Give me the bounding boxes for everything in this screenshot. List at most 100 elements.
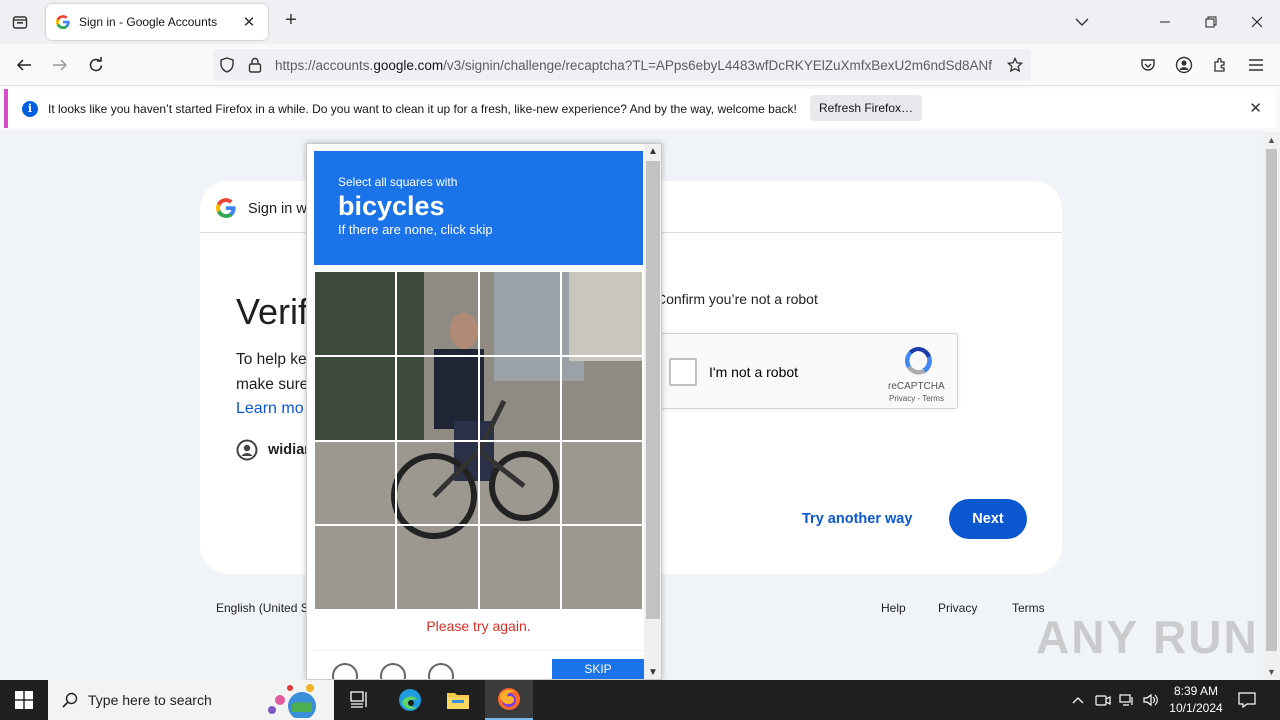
- tab-close-icon[interactable]: ✕: [240, 13, 258, 31]
- recaptcha-checkbox[interactable]: [669, 358, 697, 386]
- recaptcha-checkbox-label: I'm not a robot: [709, 364, 799, 380]
- captcha-scroll-up-icon[interactable]: ▲: [644, 144, 661, 160]
- learn-more-link[interactable]: Learn mo: [236, 400, 304, 418]
- account-circle-icon: [236, 439, 258, 461]
- taskbar-search-box[interactable]: Type here to search: [48, 680, 334, 720]
- network-icon[interactable]: [1117, 680, 1137, 720]
- info-icon: i: [22, 100, 38, 117]
- close-window-icon[interactable]: [1234, 0, 1280, 44]
- captcha-hint: If there are none, click skip: [338, 222, 493, 237]
- scroll-up-icon[interactable]: ▲: [1263, 132, 1280, 148]
- pocket-icon[interactable]: [1134, 51, 1162, 79]
- notification-bar: i It looks like you haven’t started Fire…: [4, 89, 1276, 128]
- windows-taskbar: Type here to search 8:39 AM 10/1/2024: [0, 680, 1280, 720]
- lock-icon[interactable]: [241, 57, 269, 73]
- captcha-tile[interactable]: [396, 271, 479, 356]
- help-text-line1: To help ke: [236, 351, 307, 368]
- footer-privacy-link[interactable]: Privacy: [938, 601, 977, 615]
- recaptcha-widget: I'm not a robot reCAPTCHA Privacy - Term…: [656, 333, 958, 409]
- restore-icon[interactable]: [1188, 0, 1234, 44]
- anyrun-watermark: ANY RUN: [1036, 611, 1259, 663]
- captcha-tile[interactable]: [478, 271, 561, 356]
- captcha-challenge-popup: Select all squares with bicycles If ther…: [306, 143, 662, 680]
- recaptcha-brand: reCAPTCHA: [888, 381, 945, 392]
- captcha-tile[interactable]: [560, 440, 643, 526]
- url-text[interactable]: https://accounts.google.com/v3/signin/ch…: [275, 58, 1000, 73]
- captcha-tile[interactable]: [396, 440, 479, 526]
- captcha-tile[interactable]: [314, 525, 397, 610]
- page-scrollbar-thumb[interactable]: [1266, 149, 1277, 651]
- reload-icon[interactable]: [82, 51, 110, 79]
- firefox-taskbar-icon[interactable]: [485, 680, 533, 720]
- scroll-down-icon[interactable]: ▼: [1263, 664, 1280, 680]
- account-chip[interactable]: widian: [236, 439, 313, 461]
- help-text-line2: make sure: [236, 376, 309, 393]
- bookmark-star-icon[interactable]: [1001, 57, 1029, 73]
- clock-time: 8:39 AM: [1173, 684, 1219, 698]
- minimize-icon[interactable]: [1142, 0, 1188, 44]
- captcha-scrollbar-thumb[interactable]: [646, 161, 660, 619]
- back-icon[interactable]: [10, 51, 38, 79]
- captcha-tile[interactable]: [478, 525, 561, 610]
- list-all-tabs-icon[interactable]: [1059, 0, 1105, 44]
- taskbar-search-placeholder: Type here to search: [88, 692, 212, 708]
- search-icon: [62, 692, 78, 708]
- recaptcha-logo-icon: [905, 347, 932, 375]
- notifications-icon[interactable]: [1232, 680, 1262, 720]
- account-icon[interactable]: [1170, 51, 1198, 79]
- menu-icon[interactable]: [1242, 51, 1270, 79]
- taskbar-clock[interactable]: 8:39 AM 10/1/2024: [1160, 683, 1232, 717]
- reload-challenge-icon[interactable]: [332, 663, 358, 679]
- captcha-tile[interactable]: [314, 355, 397, 441]
- google-favicon-icon: [56, 15, 70, 29]
- url-bar[interactable]: https://accounts.google.com/v3/signin/ch…: [213, 49, 1031, 81]
- captcha-image-grid: [314, 271, 643, 610]
- notification-close-icon[interactable]: ✕: [1249, 99, 1262, 117]
- captcha-tile[interactable]: [396, 525, 479, 610]
- navigation-bar: https://accounts.google.com/v3/signin/ch…: [0, 44, 1280, 86]
- help-info-icon[interactable]: [428, 663, 454, 679]
- captcha-header: Select all squares with bicycles If ther…: [314, 151, 643, 265]
- captcha-tile[interactable]: [478, 440, 561, 526]
- file-explorer-icon[interactable]: [434, 680, 482, 720]
- tab-title: Sign in - Google Accounts: [79, 15, 218, 29]
- captcha-tile[interactable]: [314, 271, 397, 356]
- show-hidden-icons-icon[interactable]: [1068, 680, 1088, 720]
- page-scrollbar[interactable]: ▲ ▼: [1263, 132, 1280, 680]
- captcha-footer: SKIP: [314, 650, 644, 679]
- captcha-error-message: Please try again.: [426, 618, 531, 634]
- tab-google-signin[interactable]: Sign in - Google Accounts ✕: [46, 4, 268, 40]
- extensions-icon[interactable]: [1206, 51, 1234, 79]
- try-another-way-button[interactable]: Try another way: [802, 511, 912, 527]
- meet-now-icon[interactable]: [1093, 680, 1113, 720]
- forward-icon[interactable]: [46, 51, 74, 79]
- footer-help-link[interactable]: Help: [881, 601, 906, 615]
- google-logo-icon: [216, 198, 236, 218]
- captcha-skip-button[interactable]: SKIP: [552, 659, 644, 679]
- windows-start-icon[interactable]: [0, 680, 48, 720]
- tracking-shield-icon[interactable]: [213, 57, 241, 73]
- signin-label: Sign in w: [248, 201, 307, 217]
- language-selector[interactable]: English (United S: [216, 601, 309, 615]
- captcha-tile[interactable]: [560, 271, 643, 356]
- captcha-target: bicycles: [338, 191, 445, 221]
- captcha-tile[interactable]: [560, 355, 643, 441]
- captcha-tile[interactable]: [560, 525, 643, 610]
- captcha-tile[interactable]: [478, 355, 561, 441]
- firefox-view-icon[interactable]: [6, 8, 34, 36]
- new-tab-icon[interactable]: +: [279, 9, 303, 33]
- notification-message: It looks like you haven’t started Firefo…: [48, 101, 797, 116]
- captcha-tile[interactable]: [314, 440, 397, 526]
- recaptcha-privacy-terms[interactable]: Privacy - Terms: [889, 394, 944, 403]
- captcha-scroll-down-icon[interactable]: ▼: [644, 665, 661, 679]
- search-highlight-icon: [268, 684, 316, 718]
- edge-icon[interactable]: [386, 680, 434, 720]
- refresh-firefox-button[interactable]: Refresh Firefox…: [810, 95, 922, 121]
- next-button[interactable]: Next: [949, 499, 1027, 539]
- volume-icon[interactable]: [1141, 680, 1161, 720]
- captcha-instruction: Select all squares with: [338, 175, 458, 189]
- captcha-scrollbar[interactable]: ▲ ▼: [644, 144, 661, 679]
- audio-challenge-icon[interactable]: [380, 663, 406, 679]
- task-view-icon[interactable]: [336, 680, 384, 720]
- captcha-tile[interactable]: [396, 355, 479, 441]
